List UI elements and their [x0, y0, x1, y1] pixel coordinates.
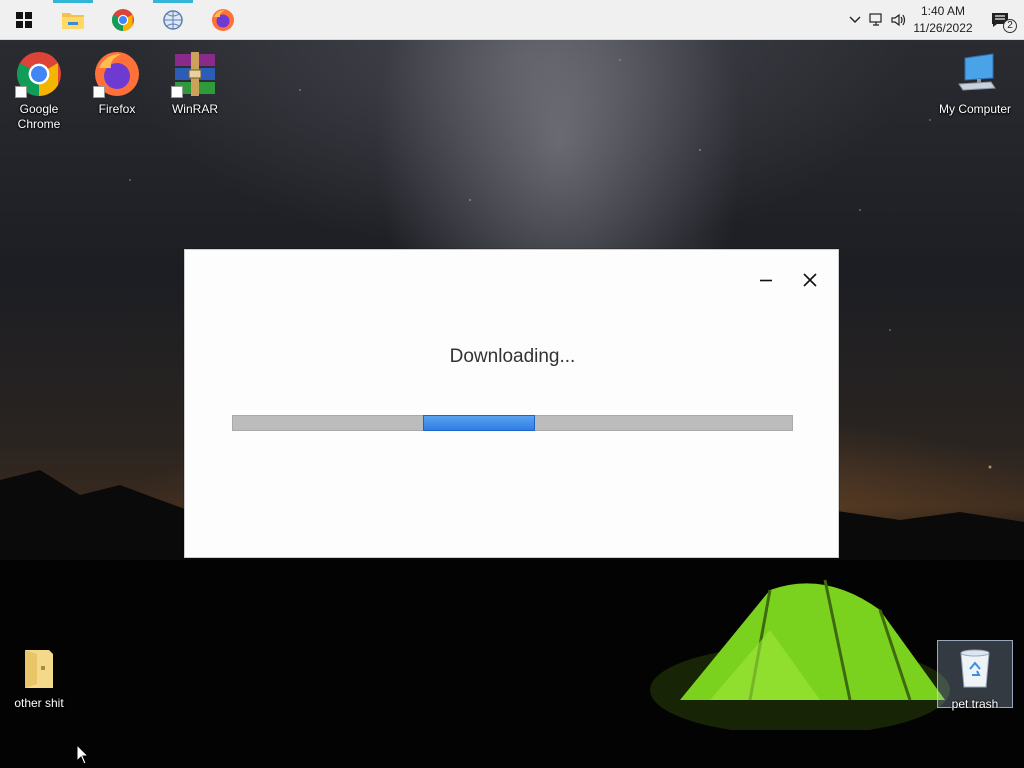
wallpaper-tent — [650, 579, 950, 730]
shortcut-arrow-icon — [15, 86, 27, 98]
chevron-up-icon — [849, 16, 861, 23]
taskbar-file-explorer[interactable] — [48, 0, 98, 40]
close-icon — [803, 273, 817, 287]
speaker-icon — [891, 13, 906, 27]
desktop-icon-label: other shit — [14, 696, 64, 710]
desktop-icon-other-shit[interactable]: other shit — [1, 640, 77, 711]
minimize-button[interactable] — [751, 266, 781, 294]
desktop-icon-label: WinRAR — [171, 102, 218, 116]
recycle-bin-icon — [960, 649, 990, 688]
network-icon — [869, 13, 882, 26]
taskbar-clock[interactable]: 1:40 AM 11/26/2022 — [910, 0, 976, 40]
chrome-icon — [112, 8, 134, 31]
taskbar-network-app[interactable] — [148, 0, 198, 40]
download-progress-bar — [232, 415, 793, 431]
shortcut-arrow-icon — [171, 86, 183, 98]
start-button[interactable] — [0, 0, 48, 40]
desktop-icon-my-computer[interactable]: My Computer — [937, 46, 1013, 117]
dialog-status-text: Downloading... — [449, 346, 576, 367]
download-dialog: Downloading... — [184, 249, 839, 558]
tray-network[interactable] — [866, 0, 888, 40]
notification-count: 2 — [1003, 19, 1017, 33]
clock-time: 1:40 AM — [920, 4, 966, 18]
taskbar-firefox[interactable] — [198, 0, 248, 40]
desktop-icon-google-chrome[interactable]: Google Chrome — [1, 46, 77, 132]
firefox-icon — [212, 8, 234, 31]
computer-icon — [958, 53, 996, 91]
desktop-icon-firefox[interactable]: Firefox — [79, 46, 155, 117]
desktop-icon-label: My Computer — [938, 102, 1012, 116]
mouse-cursor-icon — [76, 744, 90, 765]
desktop-icon-label: Google Chrome — [17, 102, 61, 131]
tray-volume[interactable] — [888, 0, 910, 40]
desktop-icon-label: Firefox — [98, 102, 136, 116]
desktop-icon-winrar[interactable]: WinRAR — [157, 46, 233, 117]
taskbar-chrome[interactable] — [98, 0, 148, 40]
folder-icon — [25, 650, 53, 688]
progress-indicator — [423, 415, 535, 431]
network-globe-icon — [163, 9, 183, 30]
windows-logo-icon — [16, 11, 32, 28]
folder-icon — [62, 12, 84, 29]
tray-overflow-button[interactable] — [844, 0, 866, 40]
action-center-button[interactable]: 2 — [976, 0, 1024, 40]
desktop-icon-pet-trash[interactable]: pet trash — [937, 640, 1013, 711]
clock-date: 11/26/2022 — [913, 21, 973, 35]
desktop-icon-label: pet trash — [951, 697, 999, 711]
shortcut-arrow-icon — [93, 86, 105, 98]
system-tray: 1:40 AM 11/26/2022 2 — [844, 0, 1024, 40]
minimize-icon — [760, 279, 772, 282]
taskbar: 1:40 AM 11/26/2022 2 — [0, 0, 1024, 40]
close-button[interactable] — [795, 266, 825, 294]
